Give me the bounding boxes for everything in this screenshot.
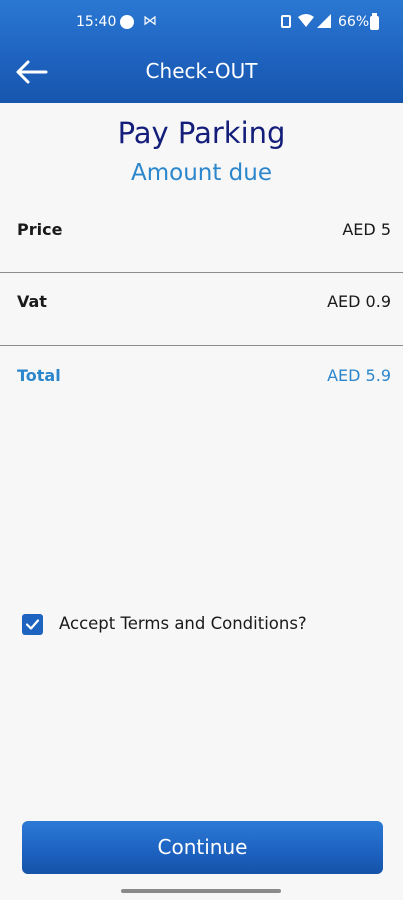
app-header: 15:40 ⋈ 66% Check-OUT bbox=[0, 0, 403, 103]
status-bar: 15:40 ⋈ 66% bbox=[0, 0, 403, 42]
battery-icon bbox=[370, 13, 379, 30]
total-row: Total AED 5.9 bbox=[0, 356, 403, 396]
wifi-icon bbox=[298, 14, 314, 32]
divider bbox=[0, 272, 403, 273]
page-subtitle: Amount due bbox=[130, 160, 273, 186]
home-indicator[interactable] bbox=[121, 889, 281, 893]
signal-icon bbox=[317, 14, 331, 32]
page-title: Pay Parking bbox=[117, 116, 286, 150]
total-label: Total bbox=[17, 366, 61, 385]
mail-icon: ⋈ bbox=[143, 13, 157, 29]
terms-checkbox-row[interactable]: Accept Terms and Conditions? bbox=[22, 613, 362, 637]
terms-checkbox[interactable] bbox=[22, 614, 43, 635]
price-row: Price AED 5 bbox=[0, 210, 403, 250]
vat-row: Vat AED 0.9 bbox=[0, 282, 403, 322]
price-value: AED 5 bbox=[342, 220, 391, 239]
notification-dot-icon bbox=[120, 15, 134, 29]
terms-label: Accept Terms and Conditions? bbox=[59, 614, 307, 633]
price-label: Price bbox=[17, 220, 63, 239]
battery-percent: 66% bbox=[338, 14, 370, 30]
vibrate-icon bbox=[281, 15, 291, 28]
vat-label: Vat bbox=[17, 292, 47, 311]
status-time: 15:40 bbox=[76, 14, 117, 30]
continue-button[interactable]: Continue bbox=[22, 821, 383, 874]
vat-value: AED 0.9 bbox=[327, 292, 391, 311]
header-title: Check-OUT bbox=[145, 59, 258, 83]
total-value: AED 5.9 bbox=[327, 366, 391, 385]
divider bbox=[0, 345, 403, 346]
